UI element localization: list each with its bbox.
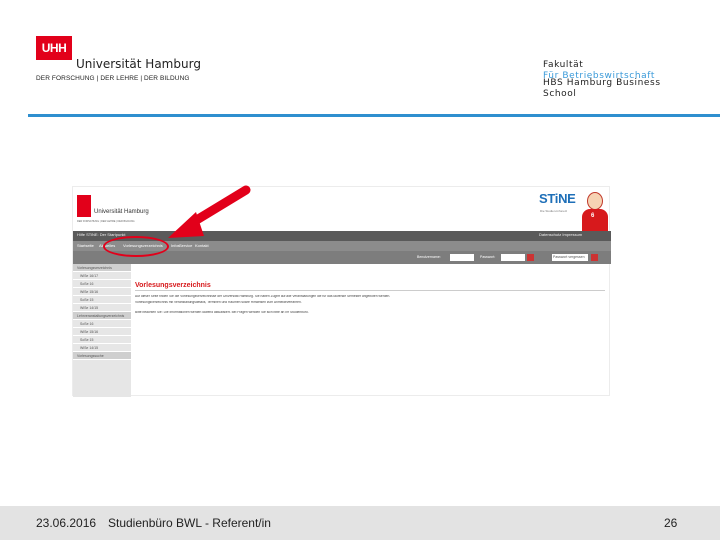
shot-password-label: Passwort: [480, 255, 496, 259]
footer-date: 23.06.2016 [36, 516, 97, 530]
shot-sidebar-item[interactable]: Vorlesungssuche [73, 352, 131, 360]
shot-topbar-right[interactable]: Datenschutz Impressum [539, 232, 582, 237]
faculty-line-3: HBS Hamburg Business [543, 78, 661, 88]
faculty-line-1: Fakultät [543, 60, 584, 70]
shot-university-motto: DER FORSCHUNG | DER LEHRE | DER BILDUNG [77, 220, 135, 223]
shot-sidebar-item[interactable]: WiSe 14/15 [73, 304, 131, 312]
shot-content-divider [135, 290, 605, 291]
mascot-face-icon [587, 192, 603, 210]
shot-forgot-label: Passwort vergessen [553, 255, 585, 259]
shot-sidebar-item[interactable]: SoSe 15 [73, 296, 131, 304]
presentation-slide: UHH Universität Hamburg DER FORSCHUNG | … [0, 0, 720, 540]
shot-content-title: Vorlesungsverzeichnis [135, 282, 211, 289]
shot-university-name: Universität Hamburg [94, 209, 149, 215]
shot-uhh-logo [77, 195, 91, 217]
header-divider [28, 114, 720, 117]
shot-forgot-box[interactable]: Passwort vergessen [552, 254, 588, 261]
shot-content-line: Auf dieser Seite finden Sie die Vorlesun… [135, 295, 391, 298]
mascot-body-icon: 6 [582, 209, 608, 231]
shot-sidebar-item[interactable]: WiSe 15/16 [73, 328, 131, 336]
shot-nav-startseite[interactable]: Startseite [77, 243, 94, 248]
shot-content-line: Vorlesungsverzeichnis mit Veranstaltungs… [135, 301, 302, 304]
shot-content-line: Bitte beachten Sie: Die Informationen we… [135, 311, 309, 314]
shot-sidebar-item[interactable]: WiSe 15/16 [73, 288, 131, 296]
shot-password-input[interactable] [501, 254, 525, 261]
shot-topbar-left[interactable]: Hilfe STiNE: Der Startpunkt [77, 232, 126, 237]
shot-sidebar-item[interactable]: Vorlesungsverzeichnis [73, 264, 131, 272]
slide-footer: 23.06.2016 Studienbüro BWL - Referent/in… [0, 506, 720, 540]
shot-sidebar-item[interactable]: WiSe 16/17 [73, 272, 131, 280]
shot-login-button[interactable] [527, 254, 534, 261]
shot-sidebar: Vorlesungsverzeichnis WiSe 16/17 SoSe 16… [73, 264, 131, 397]
shot-username-label: Benutzername: [417, 255, 441, 259]
university-motto: DER FORSCHUNG | DER LEHRE | DER BILDUNG [36, 75, 190, 82]
stine-logo: STiNE [539, 191, 576, 206]
stine-subtitle: Die Studien-Infonetz [540, 209, 568, 213]
shot-sidebar-item[interactable]: Lehrveranstaltungsverzeichnis [73, 312, 131, 320]
shot-sidebar-item[interactable]: SoSe 16 [73, 320, 131, 328]
shot-forgot-button[interactable] [591, 254, 598, 261]
page-number: 26 [664, 516, 678, 530]
shot-nav-service[interactable]: Service [179, 243, 192, 248]
university-name: Universität Hamburg [76, 57, 201, 71]
uhh-logo: UHH [36, 36, 72, 60]
highlight-circle [103, 236, 169, 257]
stine-screenshot: Universität Hamburg DER FORSCHUNG | DER … [72, 186, 611, 397]
faculty-line-4: School [543, 89, 577, 99]
footer-title: Studienbüro BWL - Referent/in [108, 516, 271, 530]
shot-username-input[interactable] [450, 254, 474, 261]
shot-sidebar-item[interactable]: WiSe 14/15 [73, 344, 131, 352]
shot-sidebar-item[interactable]: SoSe 16 [73, 280, 131, 288]
mascot-number: 6 [591, 213, 595, 219]
shot-nav-kontakt[interactable]: Kontakt [195, 243, 209, 248]
faculty-block: Fakultät Für Betriebswirtschaft HBS Hamb… [543, 60, 661, 100]
shot-sidebar-item[interactable]: SoSe 15 [73, 336, 131, 344]
